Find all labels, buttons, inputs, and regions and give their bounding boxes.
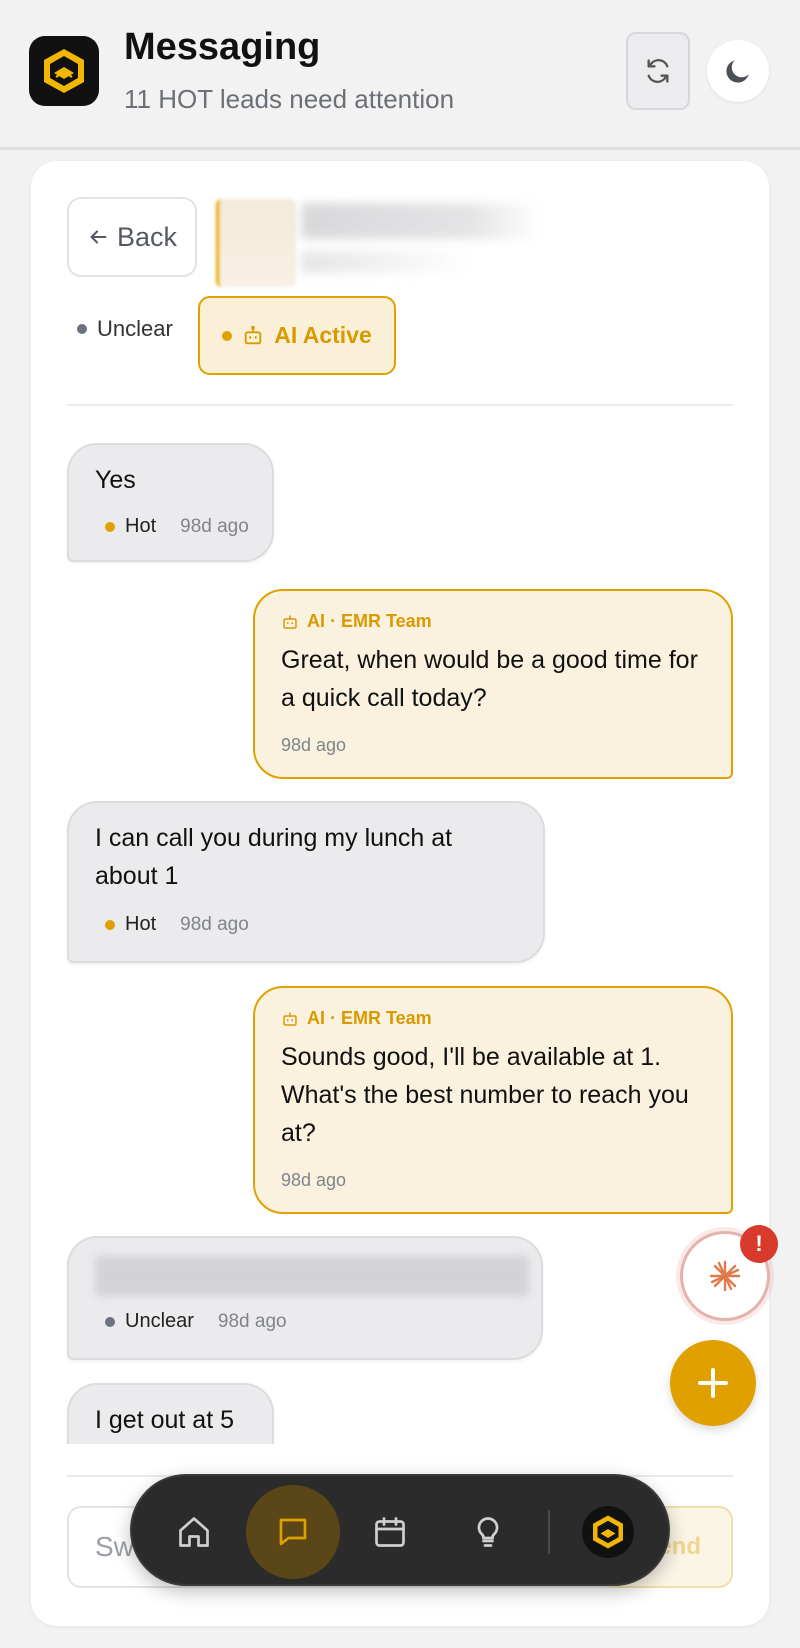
app-header: Messaging 11 HOT leads need attention — [0, 0, 800, 150]
message-meta: Hot 98d ago — [105, 515, 249, 538]
status-dot — [77, 324, 87, 334]
message-meta: Hot 98d ago — [105, 913, 249, 936]
refresh-icon — [647, 59, 669, 83]
message-incoming: I can call you during my lunch at about … — [67, 801, 545, 963]
app-logo-icon — [593, 1515, 623, 1549]
theme-toggle-button[interactable] — [707, 40, 769, 102]
message-sender: AI · EMR Team — [281, 611, 432, 632]
add-button[interactable] — [670, 1340, 756, 1426]
message-outgoing: AI · EMR Team Sounds good, I'll be avail… — [253, 986, 733, 1214]
message-text: Yes — [95, 466, 136, 494]
message-time: 98d ago — [217, 1310, 287, 1332]
nav-messages[interactable] — [246, 1485, 340, 1579]
moon-icon — [726, 60, 749, 83]
message-text: Sounds good, I'll be available at 1. Wha… — [281, 1043, 689, 1147]
message-sender-label: AI · EMR Team — [307, 1008, 432, 1028]
message-time: 98d ago — [180, 913, 249, 935]
status-dot — [105, 919, 115, 930]
lead-status-label: Unclear — [97, 316, 173, 341]
contact-detail-redacted — [301, 251, 471, 273]
arrow-left-icon — [90, 230, 107, 244]
message-text: I can call you during my lunch at about … — [95, 824, 453, 890]
message-sender: AI · EMR Team — [281, 1008, 432, 1029]
conversation-card: Back Unclear AI Active Yes Hot 98d ago A… — [31, 161, 769, 1626]
message-text-redacted — [95, 1256, 529, 1296]
ai-status-label: AI Active — [274, 322, 372, 348]
contact-avatar — [216, 199, 296, 287]
message-text: Great, when would be a good time for a q… — [281, 646, 698, 712]
robot-icon — [283, 614, 297, 629]
back-label: Back — [116, 221, 178, 252]
ai-status-dot — [222, 330, 233, 341]
chat-icon — [279, 1518, 307, 1546]
back-button[interactable]: Back — [67, 197, 197, 277]
home-icon — [179, 1517, 209, 1547]
message-time: 98d ago — [281, 735, 347, 755]
message-time: 98d ago — [281, 1170, 347, 1190]
contact-name-redacted — [301, 203, 541, 239]
app-logo-icon — [29, 36, 99, 106]
divider — [67, 404, 733, 406]
nav-separator — [548, 1510, 550, 1554]
message-incoming: Yes Hot 98d ago — [67, 443, 274, 562]
sparkle-icon — [709, 1260, 741, 1292]
message-sender-label: AI · EMR Team — [307, 611, 432, 631]
ai-active-toggle[interactable]: AI Active — [198, 296, 396, 375]
message-status: Unclear — [125, 1310, 194, 1332]
message-time: 98d ago — [180, 515, 249, 537]
nav-home[interactable] — [156, 1494, 232, 1570]
nav-brand[interactable] — [582, 1506, 634, 1558]
message-status: Hot — [125, 913, 157, 935]
message-outgoing: AI · EMR Team Great, when would be a goo… — [253, 589, 733, 779]
robot-icon — [283, 1011, 297, 1026]
nav-calendar[interactable] — [352, 1494, 428, 1570]
bottom-nav — [130, 1474, 670, 1586]
plus-icon — [698, 1368, 728, 1398]
message-text: I get out at 5 — [95, 1406, 234, 1434]
calendar-icon — [375, 1517, 405, 1547]
page-subtitle: 11 HOT leads need attention — [124, 84, 455, 114]
message-status: Hot — [125, 515, 157, 537]
alert-badge: ! — [740, 1225, 778, 1263]
message-meta: Unclear 98d ago — [105, 1310, 287, 1333]
message-incoming: Unclear 98d ago — [67, 1236, 543, 1360]
refresh-button[interactable] — [626, 32, 690, 110]
lightbulb-icon — [477, 1517, 499, 1547]
nav-insights[interactable] — [450, 1494, 526, 1570]
status-dot — [105, 521, 115, 532]
lead-status: Unclear — [77, 316, 173, 342]
robot-icon — [244, 325, 262, 344]
status-dot — [105, 1316, 115, 1327]
page-title: Messaging — [124, 26, 321, 68]
